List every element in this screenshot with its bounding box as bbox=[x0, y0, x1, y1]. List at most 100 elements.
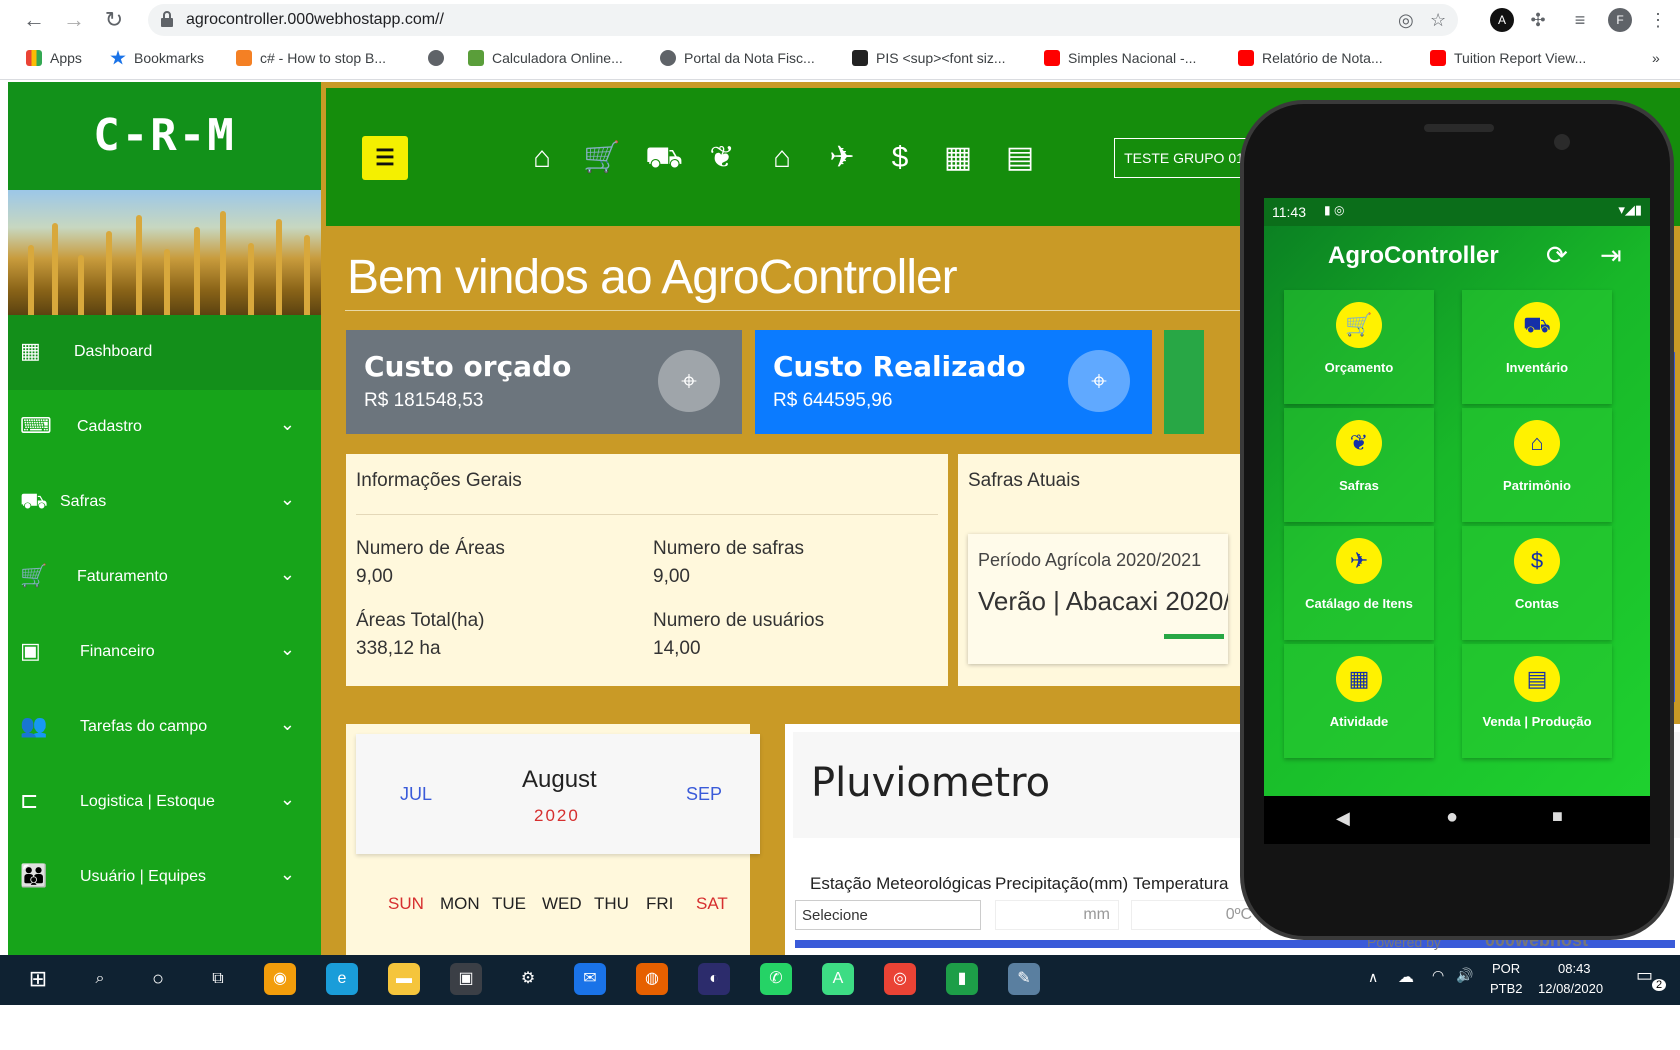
bookmark-stackoverflow[interactable]: c# - How to stop B... bbox=[236, 50, 386, 66]
leaf-icon[interactable]: ❦ bbox=[702, 140, 742, 176]
sidebar-item-cadastro[interactable]: ⌨ Cadastro ⌄ bbox=[8, 390, 321, 465]
estacao-select[interactable]: Selecione bbox=[795, 900, 981, 930]
temperatura-input[interactable]: 0ºC bbox=[1131, 900, 1261, 930]
tile-safras[interactable]: ❦ Safras bbox=[1284, 408, 1434, 522]
safras-value: 9,00 bbox=[653, 566, 690, 587]
tile-venda-producao[interactable]: ▤ Venda | Produção bbox=[1462, 644, 1612, 758]
address-bar[interactable]: agrocontroller.000webhostapp.com// ◎ ☆ bbox=[148, 4, 1458, 36]
precipitacao-input[interactable]: mm bbox=[995, 900, 1119, 930]
home-nav-icon[interactable]: ● bbox=[1446, 806, 1458, 829]
dollar-icon[interactable]: $ bbox=[880, 140, 920, 176]
sidebar-item-safras[interactable]: ⛟ Safras ⌄ bbox=[8, 465, 321, 540]
bookmark-apps[interactable]: Apps bbox=[26, 50, 82, 66]
tile-patrimonio[interactable]: ⌂ Patrimônio bbox=[1462, 408, 1612, 522]
bookmark-nota-fiscal[interactable]: Portal da Nota Fisc... bbox=[660, 50, 815, 66]
eclipse-icon[interactable]: ◐ bbox=[698, 963, 730, 995]
tray-chevron-icon[interactable]: ∧ bbox=[1368, 969, 1378, 986]
crosshair-icon: ⌖ bbox=[1068, 350, 1130, 412]
plane-icon[interactable]: ✈ bbox=[822, 140, 862, 176]
puzzle-icon[interactable]: ✣ bbox=[1526, 8, 1550, 32]
profile-avatar[interactable]: F bbox=[1608, 8, 1632, 32]
bookmark-calculadora[interactable]: Calculadora Online... bbox=[468, 50, 623, 66]
sidebar-item-faturamento[interactable]: 🛒 Faturamento ⌄ bbox=[8, 540, 321, 615]
areas-label: Numero de Áreas bbox=[356, 538, 505, 559]
powered-by: Powered by bbox=[1367, 934, 1441, 950]
reading-list-icon[interactable]: ≡ bbox=[1568, 8, 1592, 32]
calendar-icon[interactable]: ▦ bbox=[938, 140, 978, 176]
recents-nav-icon[interactable]: ■ bbox=[1552, 806, 1563, 827]
bookmarks-overflow[interactable]: » bbox=[1652, 50, 1660, 66]
tile-inventario[interactable]: ⛟ Inventário bbox=[1462, 290, 1612, 404]
back-icon[interactable]: ← bbox=[20, 6, 48, 34]
bookmark-globe[interactable] bbox=[428, 50, 452, 66]
task-view-icon[interactable]: ⧉ bbox=[202, 963, 234, 995]
team-icon: 👪 bbox=[20, 863, 48, 888]
safra-card[interactable]: Período Agrícola 2020/2021 Verão | Abaca… bbox=[968, 534, 1228, 664]
next-month-button[interactable]: SEP bbox=[686, 784, 722, 805]
reload-icon[interactable]: ↻ bbox=[100, 6, 128, 34]
menu-toggle-button[interactable]: ☰ bbox=[362, 136, 408, 180]
volume-icon[interactable]: 🔊 bbox=[1456, 967, 1473, 984]
sidebar-item-financeiro[interactable]: ▣ Financeiro ⌄ bbox=[8, 615, 321, 690]
sidebar-item-usuario[interactable]: 👪 Usuário | Equipes ⌄ bbox=[8, 840, 321, 915]
language-bottom[interactable]: PTB2 bbox=[1490, 981, 1523, 996]
cortana-icon[interactable]: ○ bbox=[142, 963, 174, 995]
home-icon[interactable]: ⌂ bbox=[522, 140, 562, 176]
clock-date[interactable]: 12/08/2020 bbox=[1538, 981, 1603, 996]
bookmark-relatorio[interactable]: Relatório de Nota... bbox=[1238, 50, 1383, 66]
cash-register-icon[interactable]: ▤ bbox=[1000, 140, 1040, 176]
cart-icon[interactable]: 🛒 bbox=[582, 140, 622, 176]
phone-screen: 11:43 ▮ ◎ ▾◢▮ AgroController ⟳ ⇥ 🛒 Orçam… bbox=[1264, 198, 1650, 796]
tractor-icon[interactable]: ⛟ bbox=[644, 140, 684, 176]
bookmark-tuition[interactable]: Tuition Report View... bbox=[1430, 50, 1586, 66]
logout-icon[interactable]: ⇥ bbox=[1600, 240, 1622, 271]
day-mon: MON bbox=[440, 894, 480, 913]
windows-start-icon[interactable]: ⊞ bbox=[22, 963, 54, 995]
clock-time[interactable]: 08:43 bbox=[1558, 961, 1591, 976]
card-custo-orcado[interactable]: Custo orçado R$ 181548,53 ⌖ bbox=[346, 330, 742, 434]
folder-icon[interactable]: ▬ bbox=[388, 963, 420, 995]
firefox-icon[interactable]: ◍ bbox=[636, 963, 668, 995]
sidebar-item-tarefas[interactable]: 👥 Tarefas do campo ⌄ bbox=[8, 690, 321, 765]
extension-icon[interactable]: A bbox=[1490, 8, 1514, 32]
android-studio-icon[interactable]: A bbox=[822, 963, 854, 995]
brand-logo[interactable]: C-R-M bbox=[8, 82, 321, 190]
bookmark-bookmarks[interactable]: Bookmarks bbox=[110, 50, 204, 66]
whatsapp-icon[interactable]: ✆ bbox=[760, 963, 792, 995]
search-icon[interactable]: ⌕ bbox=[84, 963, 116, 995]
menu-dots-icon[interactable]: ⋮ bbox=[1646, 8, 1670, 32]
tile-atividade[interactable]: ▦ Atividade bbox=[1284, 644, 1434, 758]
location-icon[interactable]: ◎ bbox=[1398, 10, 1414, 31]
language-top[interactable]: POR bbox=[1492, 961, 1520, 976]
forward-icon[interactable]: → bbox=[60, 6, 88, 34]
brave-icon[interactable]: ◉ bbox=[264, 963, 296, 995]
sidebar-item-logistica[interactable]: ⊏ Logistica | Estoque ⌄ bbox=[8, 765, 321, 840]
bookmark-pis[interactable]: PIS <sup><font siz... bbox=[852, 50, 1006, 66]
prev-month-button[interactable]: JUL bbox=[400, 784, 432, 805]
info-panel: Informações Gerais Numero de Áreas 9,00 … bbox=[346, 454, 948, 686]
tile-contas[interactable]: $ Contas bbox=[1462, 526, 1612, 640]
cloud-icon[interactable]: ☁ bbox=[1398, 967, 1414, 987]
paint-icon[interactable]: ✎ bbox=[1008, 963, 1040, 995]
notepad-icon[interactable]: ▮ bbox=[946, 963, 978, 995]
app-title: AgroController bbox=[1328, 242, 1499, 269]
sidebar-item-dashboard[interactable]: ▦ Dashboard bbox=[8, 315, 321, 390]
bookmark-simples[interactable]: Simples Nacional -... bbox=[1044, 50, 1196, 66]
tile-orcamento[interactable]: 🛒 Orçamento bbox=[1284, 290, 1434, 404]
col-estacao: Estação Meteorológicas bbox=[810, 874, 992, 893]
edge-icon[interactable]: e bbox=[326, 963, 358, 995]
refresh-icon[interactable]: ⟳ bbox=[1546, 240, 1568, 271]
star-icon[interactable]: ☆ bbox=[1430, 10, 1446, 31]
group-selector-button[interactable]: TESTE GRUPO 01 bbox=[1114, 138, 1254, 178]
settings-icon[interactable]: ⚙ bbox=[512, 963, 544, 995]
notifications-icon[interactable]: ▭ bbox=[1636, 965, 1653, 986]
stackoverflow-icon bbox=[236, 50, 252, 66]
wifi-icon[interactable]: ◠ bbox=[1432, 967, 1444, 984]
store-icon[interactable]: ▣ bbox=[450, 963, 482, 995]
mail-icon[interactable]: ✉ bbox=[574, 963, 606, 995]
card-custo-realizado[interactable]: Custo Realizado R$ 644595,96 ⌖ bbox=[755, 330, 1152, 434]
tile-catalogo[interactable]: ✈ Catálago de Itens bbox=[1284, 526, 1434, 640]
back-nav-icon[interactable]: ◀ bbox=[1336, 808, 1350, 829]
chrome-icon[interactable]: ◎ bbox=[884, 963, 916, 995]
warehouse-icon[interactable]: ⌂ bbox=[762, 140, 802, 176]
